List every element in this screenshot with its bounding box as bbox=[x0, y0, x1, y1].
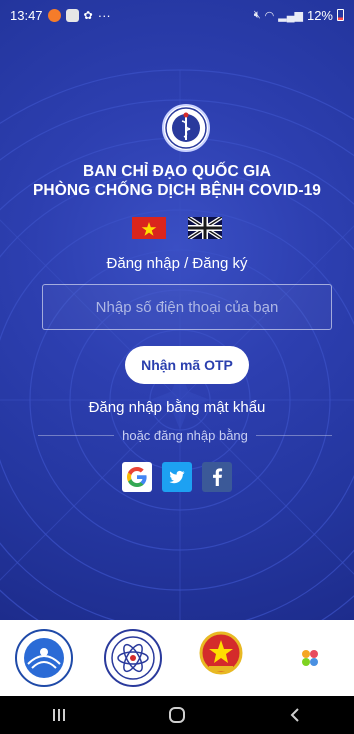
app-screen: BAN CHỈ ĐẠO QUỐC GIA PHÒNG CHỐNG DỊCH BỆ… bbox=[0, 0, 354, 734]
status-bar: 13:47 ✿ ··· 🔇︎ ◠ ▂▄▆ 12% bbox=[0, 0, 354, 30]
back-button[interactable] bbox=[275, 700, 315, 730]
ministry-of-culture-logo bbox=[190, 627, 252, 689]
social-login-buttons bbox=[0, 462, 354, 492]
notification-orange-icon bbox=[47, 8, 61, 22]
main-panel: BAN CHỈ ĐẠO QUỐC GIA PHÒNG CHỐNG DỊCH BỆ… bbox=[0, 0, 354, 620]
twitter-login-button[interactable] bbox=[162, 462, 192, 492]
uk-flag-icon[interactable] bbox=[188, 217, 222, 239]
get-otp-button[interactable]: Nhận mã OTP bbox=[125, 346, 249, 384]
login-register-label: Đăng nhập / Đăng ký bbox=[106, 255, 248, 272]
fan-icon: ✿ bbox=[83, 9, 93, 22]
status-ellipsis: ··· bbox=[97, 7, 111, 23]
mute-icon: 🔇︎ bbox=[253, 8, 261, 21]
home-icon bbox=[169, 707, 185, 723]
divider-text: hoặc đăng nhập bằng bbox=[122, 428, 248, 443]
recent-apps-button[interactable] bbox=[39, 700, 79, 730]
facebook-login-button[interactable] bbox=[202, 462, 232, 492]
or-login-with-divider: hoặc đăng nhập bằng bbox=[38, 428, 333, 443]
signal-icon: ▂▄▆ bbox=[278, 9, 303, 22]
title-line-2: PHÒNG CHỐNG DỊCH BỆNH COVID-19 bbox=[32, 182, 322, 199]
partner-flower-logo bbox=[279, 627, 341, 689]
battery-icon bbox=[337, 9, 344, 21]
twitter-icon bbox=[169, 470, 185, 484]
home-button[interactable] bbox=[157, 700, 197, 730]
ministry-of-information-logo bbox=[13, 627, 75, 689]
battery-percent: 12% bbox=[306, 7, 333, 23]
google-login-button[interactable] bbox=[122, 462, 152, 492]
email-icon bbox=[65, 8, 79, 22]
title-line-1: BAN CHỈ ĐẠO QUỐC GIA bbox=[83, 163, 271, 180]
divider-line-left bbox=[38, 435, 115, 436]
partner-logos-strip bbox=[0, 620, 354, 696]
language-selector bbox=[0, 217, 354, 239]
vietnam-flag-icon[interactable] bbox=[132, 217, 166, 239]
google-icon bbox=[127, 467, 147, 487]
status-time: 13:47 bbox=[10, 7, 43, 23]
login-content: BAN CHỈ ĐẠO QUỐC GIA PHÒNG CHỐNG DỊCH BỆ… bbox=[0, 0, 354, 620]
recent-apps-icon bbox=[53, 709, 65, 721]
divider-line-right bbox=[255, 435, 333, 436]
ministry-of-health-logo bbox=[162, 104, 210, 152]
system-nav-bar bbox=[0, 696, 354, 734]
phone-number-input[interactable] bbox=[42, 284, 332, 330]
wifi-icon: ◠ bbox=[264, 9, 275, 22]
ministry-of-science-logo bbox=[102, 627, 164, 689]
login-with-password-link[interactable]: Đăng nhập bằng mật khẩu bbox=[0, 399, 354, 416]
back-icon bbox=[290, 708, 299, 722]
facebook-icon bbox=[213, 468, 223, 486]
